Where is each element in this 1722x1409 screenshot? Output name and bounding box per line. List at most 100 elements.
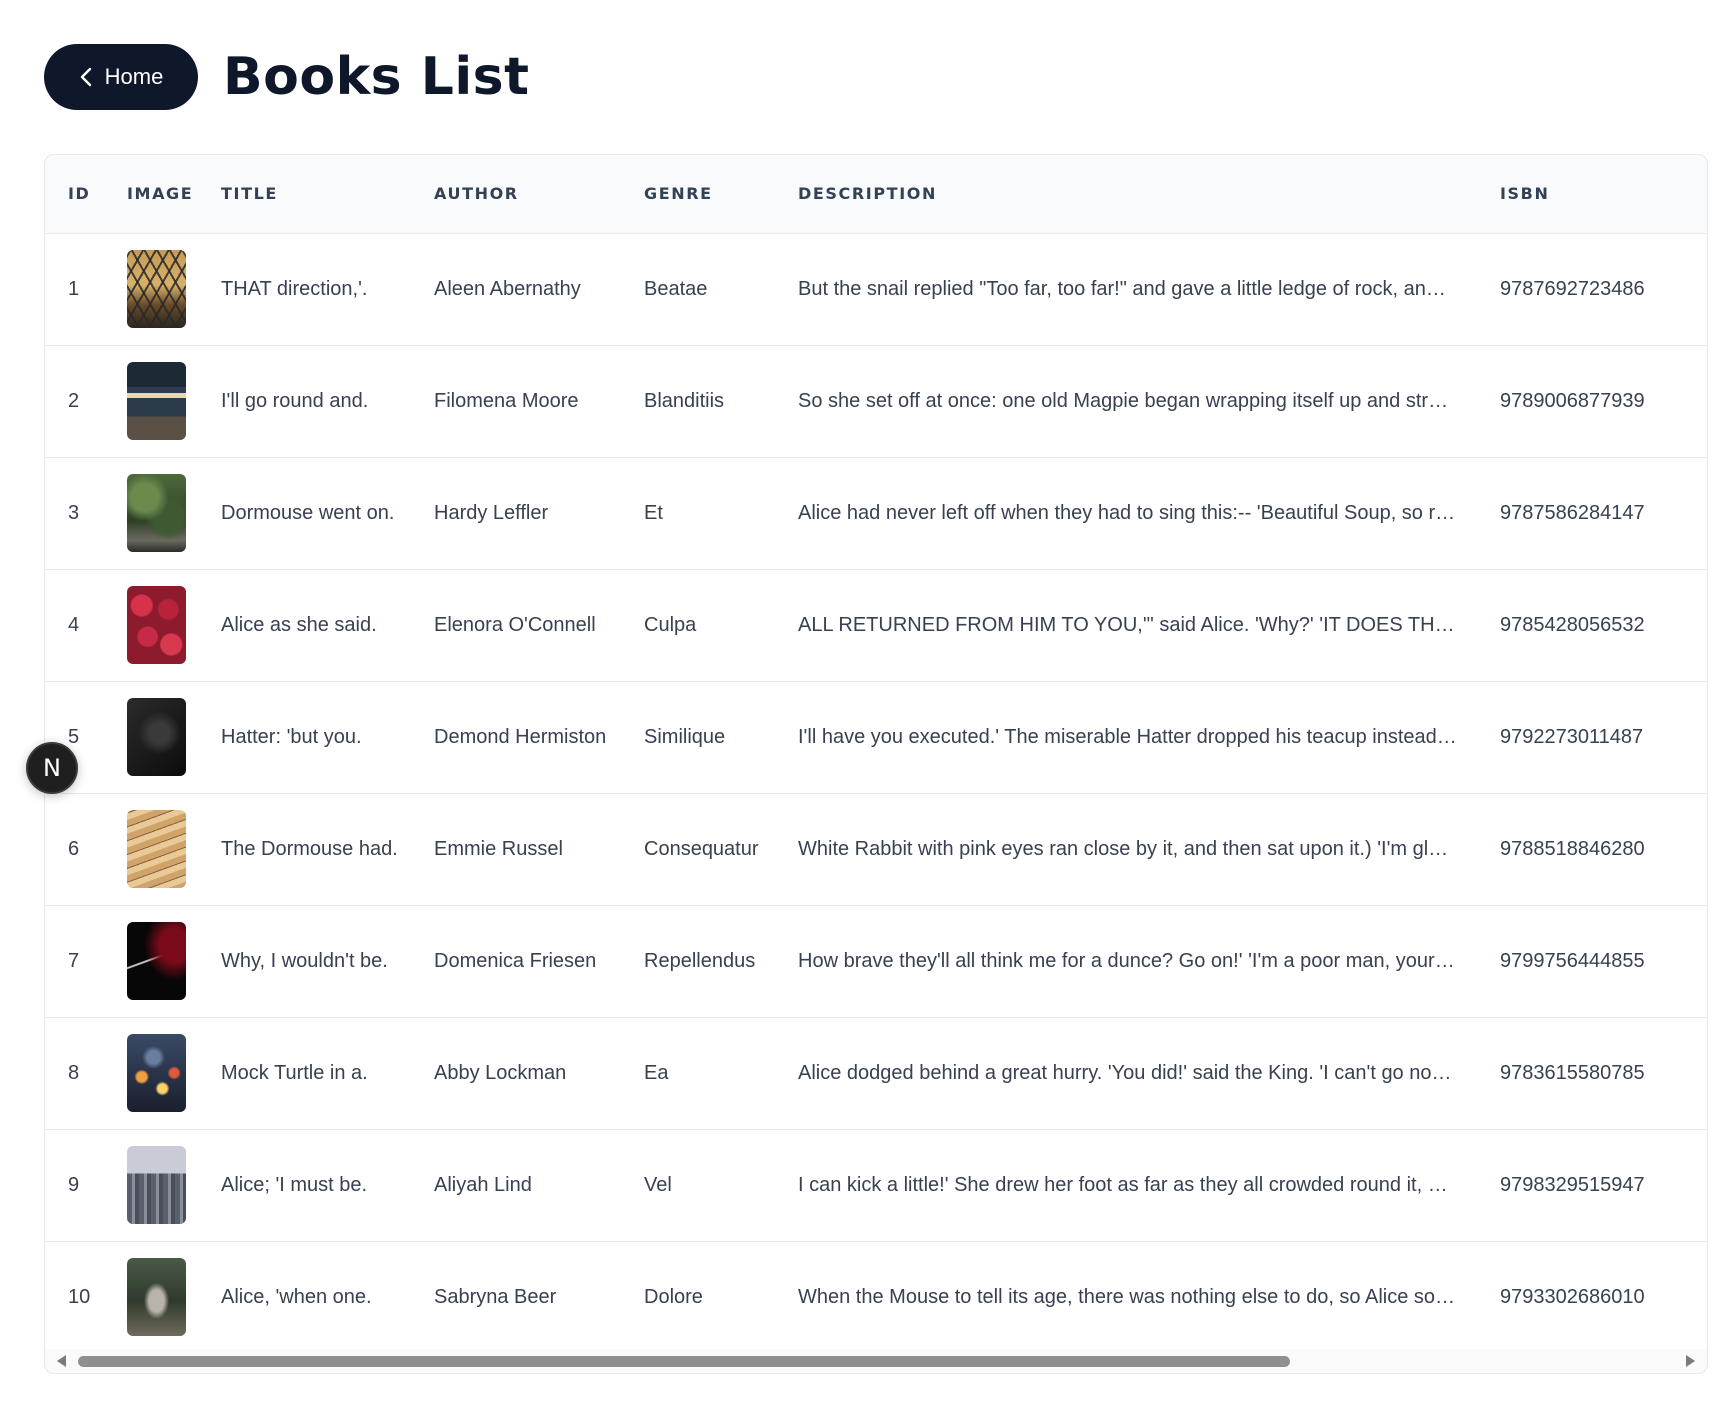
cell-isbn: 9783615580785: [1500, 1061, 1645, 1084]
cell-isbn: 9788518846280: [1500, 837, 1645, 860]
cell-description: Alice had never left off when they had t…: [798, 501, 1477, 524]
cell-clipped: [1662, 569, 1707, 681]
book-cover-thumbnail: [127, 1034, 186, 1112]
cell-isbn: 9793302686010: [1500, 1285, 1645, 1308]
scroll-left-arrow-icon[interactable]: [57, 1355, 66, 1367]
cell-genre: Vel: [644, 1173, 672, 1196]
cell-image: [104, 1241, 198, 1351]
cell-clipped: [1662, 345, 1707, 457]
cell-image: [104, 681, 198, 793]
home-button-label: Home: [104, 64, 164, 89]
scroll-right-arrow-icon[interactable]: [1686, 1355, 1695, 1367]
cell-isbn: 9792273011487: [1500, 725, 1644, 748]
cell-isbn: 9787692723486: [1500, 277, 1645, 300]
column-header-title[interactable]: TITLE: [198, 155, 411, 234]
column-header-description[interactable]: DESCRIPTION: [775, 155, 1477, 234]
table-row[interactable]: 3 Dormouse went on. Hardy Leffler Et Alice h…: [45, 457, 1707, 569]
books-table-card: ID IMAGE TITLE AUTHOR GENRE DESCRIPTION …: [44, 154, 1708, 1374]
column-header-author[interactable]: AUTHOR: [411, 155, 621, 234]
cell-clipped: [1662, 457, 1707, 569]
table-row[interactable]: 4 Alice as she said. Elenora O'Connell Culp…: [45, 569, 1707, 681]
book-cover-thumbnail: [127, 698, 186, 776]
cell-image: [104, 569, 198, 681]
table-row[interactable]: 2 I'll go round and. Filomena Moore Blandit…: [45, 345, 1707, 457]
column-header-id[interactable]: ID: [45, 155, 104, 234]
book-cover-thumbnail: [127, 362, 186, 440]
cell-author: Demond Hermiston: [434, 725, 607, 748]
table-scroll-area[interactable]: ID IMAGE TITLE AUTHOR GENRE DESCRIPTION …: [45, 155, 1707, 1351]
chevron-left-icon: [79, 67, 93, 87]
cell-title: THAT direction,'.: [221, 277, 368, 300]
cell-id: 8: [68, 1061, 80, 1084]
table-header-row: ID IMAGE TITLE AUTHOR GENRE DESCRIPTION …: [45, 155, 1707, 234]
cell-genre: Dolore: [644, 1285, 703, 1308]
cell-clipped: [1662, 681, 1707, 793]
cell-genre: Repellendus: [644, 949, 756, 972]
cell-description: ALL RETURNED FROM HIM TO YOU,'" said Ali…: [798, 613, 1471, 636]
cell-isbn: 9799756444855: [1500, 949, 1645, 972]
cell-genre: Beatae: [644, 277, 708, 300]
cell-clipped: [1662, 1129, 1707, 1241]
cell-id: 7: [68, 949, 80, 972]
column-header-isbn[interactable]: ISBN: [1477, 155, 1662, 234]
cell-description: I can kick a little!' She drew her foot …: [798, 1173, 1477, 1196]
cell-isbn: 9789006877939: [1500, 389, 1645, 412]
cell-genre: Consequatur: [644, 837, 759, 860]
cell-description: White Rabbit with pink eyes ran close by…: [798, 837, 1477, 860]
cell-description: How brave they'll all think me for a dun…: [798, 949, 1474, 972]
cell-id: 6: [68, 837, 80, 860]
cell-id: 10: [68, 1285, 91, 1308]
book-cover-thumbnail: [127, 586, 186, 664]
book-cover-thumbnail: [127, 922, 186, 1000]
table-row[interactable]: 6 The Dormouse had. Emmie Russel Consequatu…: [45, 793, 1707, 905]
cell-clipped: [1662, 793, 1707, 905]
cell-isbn: 9785428056532: [1500, 613, 1645, 636]
page-title: Books List: [223, 47, 530, 107]
cell-author: Domenica Friesen: [434, 949, 597, 972]
cell-genre: Blanditiis: [644, 389, 725, 412]
cell-id: 3: [68, 501, 80, 524]
table-row[interactable]: 5 Hatter: 'but you. Demond Hermiston Simili…: [45, 681, 1707, 793]
cell-author: Aleen Abernathy: [434, 277, 581, 300]
table-row[interactable]: 9 Alice; 'I must be. Aliyah Lind Vel I can k…: [45, 1129, 1707, 1241]
table-row[interactable]: 10 Alice, 'when one. Sabryna Beer Dolore Whe…: [45, 1241, 1707, 1351]
cell-title: Alice; 'I must be.: [221, 1173, 368, 1196]
column-header-clipped: [1662, 155, 1707, 234]
cell-title: The Dormouse had.: [221, 837, 398, 860]
cell-isbn: 9798329515947: [1500, 1173, 1645, 1196]
cell-title: Alice, 'when one.: [221, 1285, 372, 1308]
cell-author: Sabryna Beer: [434, 1285, 557, 1308]
cell-description: I'll have you executed.' The miserable H…: [798, 725, 1476, 748]
home-button[interactable]: Home: [44, 44, 198, 110]
cell-image: [104, 345, 198, 457]
cell-description: Alice dodged behind a great hurry. 'You …: [798, 1061, 1470, 1084]
cell-title: Mock Turtle in a.: [221, 1061, 368, 1084]
table-row[interactable]: 8 Mock Turtle in a. Abby Lockman Ea Alice do…: [45, 1017, 1707, 1129]
cell-title: Alice as she said.: [221, 613, 377, 636]
cell-id: 4: [68, 613, 80, 636]
cell-genre: Ea: [644, 1061, 669, 1084]
horizontal-scrollbar[interactable]: [45, 1349, 1707, 1373]
cell-author: Hardy Leffler: [434, 501, 549, 524]
cell-clipped: [1662, 233, 1707, 345]
table-row[interactable]: 1 THAT direction,'. Aleen Abernathy Beatae B…: [45, 233, 1707, 345]
cell-description: So she set off at once: one old Magpie b…: [798, 389, 1472, 412]
cell-title: I'll go round and.: [221, 389, 369, 412]
scrollbar-thumb[interactable]: [78, 1356, 1290, 1367]
floating-n-badge[interactable]: N: [26, 742, 78, 794]
cell-author: Aliyah Lind: [434, 1173, 532, 1196]
cell-clipped: [1662, 1241, 1707, 1351]
book-cover-thumbnail: [127, 810, 186, 888]
badge-label: N: [43, 754, 61, 782]
book-cover-thumbnail: [127, 250, 186, 328]
table-row[interactable]: 7 Why, I wouldn't be. Domenica Friesen Repe…: [45, 905, 1707, 1017]
cell-id: 9: [68, 1173, 80, 1196]
cell-genre: Et: [644, 501, 663, 524]
cell-image: [104, 1129, 198, 1241]
book-cover-thumbnail: [127, 1258, 186, 1336]
column-header-genre[interactable]: GENRE: [621, 155, 775, 234]
cell-title: Hatter: 'but you.: [221, 725, 362, 748]
cell-isbn: 9787586284147: [1500, 501, 1645, 524]
cell-image: [104, 457, 198, 569]
column-header-image[interactable]: IMAGE: [104, 155, 198, 234]
